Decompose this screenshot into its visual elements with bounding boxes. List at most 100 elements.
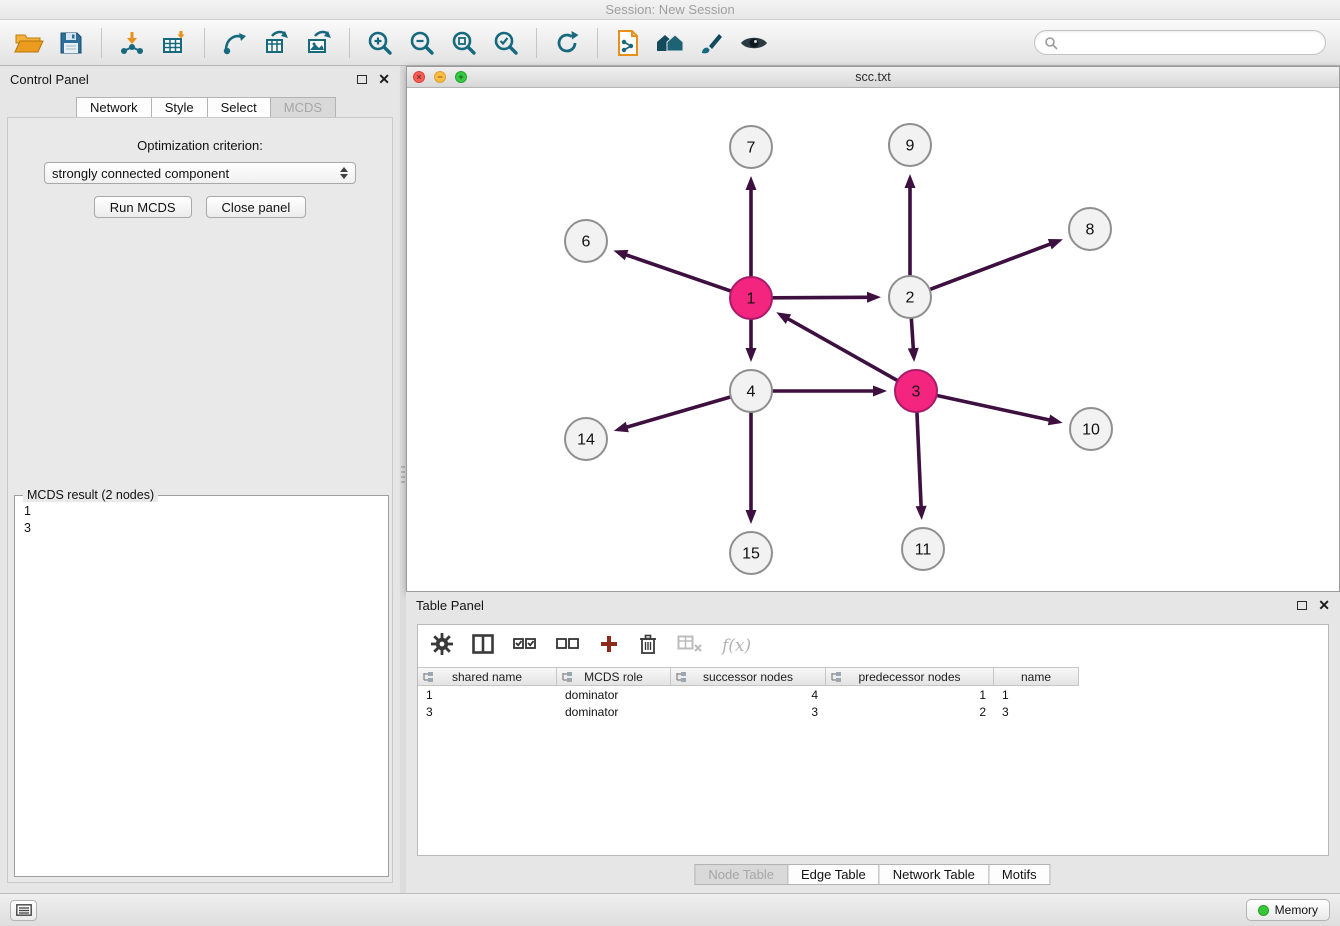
table-row[interactable]: 1 dominator 4 1 1 (418, 686, 1079, 703)
first-neighbors-button[interactable] (649, 24, 691, 62)
save-session-button[interactable] (50, 24, 92, 62)
graph-node-4[interactable]: 4 (730, 370, 772, 412)
zoom-in-button[interactable] (359, 24, 401, 62)
create-column-button[interactable] (599, 634, 619, 659)
graph-edge-1-2[interactable] (773, 292, 881, 303)
plus-icon (599, 634, 619, 654)
show-columns-button[interactable] (472, 634, 494, 659)
style-button[interactable] (691, 24, 733, 62)
network-file-button[interactable] (607, 24, 649, 62)
cell-shared-name[interactable]: 1 (418, 686, 557, 703)
optimization-criterion-select[interactable]: strongly connected component (44, 162, 356, 184)
status-bar: Memory (0, 893, 1340, 926)
graph-edge-2-8[interactable] (931, 239, 1063, 289)
import-network-button[interactable] (111, 24, 153, 62)
graph-node-1[interactable]: 1 (730, 277, 772, 319)
tab-motifs[interactable]: Motifs (988, 864, 1051, 885)
close-window-button[interactable]: × (413, 71, 425, 83)
zoom-fit-button[interactable] (443, 24, 485, 62)
graph-edge-2-3[interactable] (908, 319, 919, 362)
graph-node-6[interactable]: 6 (565, 220, 607, 262)
zoom-selected-button[interactable] (485, 24, 527, 62)
new-network-icon (222, 30, 248, 56)
select-all-columns-button[interactable] (513, 636, 537, 657)
tab-mcds[interactable]: MCDS (270, 97, 336, 118)
cell-name[interactable]: 1 (994, 686, 1079, 703)
float-panel-icon[interactable] (357, 75, 367, 84)
maximize-window-button[interactable]: + (455, 71, 467, 83)
graph-node-8[interactable]: 8 (1069, 208, 1111, 250)
vertical-splitter-grip[interactable] (401, 466, 405, 486)
graph-node-11[interactable]: 11 (902, 528, 944, 570)
deselect-all-columns-button[interactable] (556, 636, 580, 657)
cell-shared-name[interactable]: 3 (418, 703, 557, 720)
search-icon (1044, 36, 1058, 50)
column-header-shared-name[interactable]: shared name (418, 668, 557, 685)
close-panel-icon[interactable]: ✕ (378, 72, 390, 86)
cell-predecessor-nodes[interactable]: 2 (826, 703, 994, 720)
column-sort-icon (561, 671, 573, 683)
cell-mcds-role[interactable]: dominator (557, 686, 671, 703)
table-settings-button[interactable] (431, 633, 453, 660)
zoom-out-button[interactable] (401, 24, 443, 62)
graph-node-7[interactable]: 7 (730, 126, 772, 168)
tab-network-table[interactable]: Network Table (879, 864, 989, 885)
graph-edge-1-4[interactable] (746, 320, 757, 362)
graph-node-14[interactable]: 14 (565, 418, 607, 460)
refresh-network-button[interactable] (546, 24, 588, 62)
close-mcds-panel-button[interactable]: Close panel (206, 196, 307, 218)
tab-network[interactable]: Network (76, 97, 152, 118)
import-table-button[interactable] (153, 24, 195, 62)
tab-edge-table[interactable]: Edge Table (787, 864, 880, 885)
graph-edge-4-14[interactable] (614, 397, 730, 432)
delete-column-button[interactable] (638, 633, 658, 660)
float-table-panel-icon[interactable] (1297, 601, 1307, 610)
cell-successor-nodes[interactable]: 3 (671, 703, 826, 720)
graph-edge-3-1[interactable] (776, 312, 897, 380)
search-input[interactable] (1064, 35, 1316, 50)
open-session-button[interactable] (8, 24, 50, 62)
delete-table-button[interactable] (677, 635, 703, 658)
cell-name[interactable]: 3 (994, 703, 1079, 720)
table-panel-header: Table Panel ✕ (406, 592, 1340, 618)
export-table-button[interactable] (256, 24, 298, 62)
graph-edge-2-9[interactable] (905, 174, 916, 275)
graph-node-9[interactable]: 9 (889, 124, 931, 166)
graph-edge-3-10[interactable] (937, 396, 1062, 426)
cell-mcds-role[interactable]: dominator (557, 703, 671, 720)
graph-node-3[interactable]: 3 (895, 370, 937, 412)
run-mcds-button[interactable]: Run MCDS (94, 196, 192, 218)
cell-predecessor-nodes[interactable]: 1 (826, 686, 994, 703)
export-image-button[interactable] (298, 24, 340, 62)
function-builder-button[interactable]: f(x) (722, 636, 751, 656)
graph-node-2[interactable]: 2 (889, 276, 931, 318)
column-header-name[interactable]: name (994, 668, 1079, 685)
show-hide-button[interactable] (733, 24, 775, 62)
table-row[interactable]: 3 dominator 3 2 3 (418, 703, 1079, 720)
graph-edge-1-7[interactable] (746, 176, 757, 276)
import-network-icon (119, 30, 145, 56)
tab-node-table[interactable]: Node Table (694, 864, 788, 885)
memory-button[interactable]: Memory (1246, 899, 1330, 921)
column-header-predecessor-nodes[interactable]: predecessor nodes (826, 668, 994, 685)
minimize-window-button[interactable]: − (434, 71, 446, 83)
column-header-successor-nodes[interactable]: successor nodes (671, 668, 826, 685)
cell-successor-nodes[interactable]: 4 (671, 686, 826, 703)
application-window: Session: New Session (0, 0, 1340, 926)
tab-style[interactable]: Style (151, 97, 208, 118)
new-network-button[interactable] (214, 24, 256, 62)
tab-select[interactable]: Select (207, 97, 271, 118)
column-header-mcds-role[interactable]: MCDS role (557, 668, 671, 685)
graph-edge-4-3[interactable] (773, 386, 887, 397)
graph-edge-4-15[interactable] (746, 413, 757, 524)
network-canvas[interactable]: 7 9 6 8 1 2 4 3 14 10 15 11 (407, 88, 1339, 590)
toggle-panels-button[interactable] (10, 900, 37, 921)
svg-text:1: 1 (747, 291, 756, 308)
graph-node-15[interactable]: 15 (730, 532, 772, 574)
close-table-panel-icon[interactable]: ✕ (1318, 598, 1330, 612)
graph-node-10[interactable]: 10 (1070, 408, 1112, 450)
gear-icon (431, 633, 453, 655)
search-box[interactable] (1034, 30, 1326, 55)
graph-edge-3-11[interactable] (916, 413, 927, 520)
graph-edge-1-6[interactable] (613, 250, 730, 291)
